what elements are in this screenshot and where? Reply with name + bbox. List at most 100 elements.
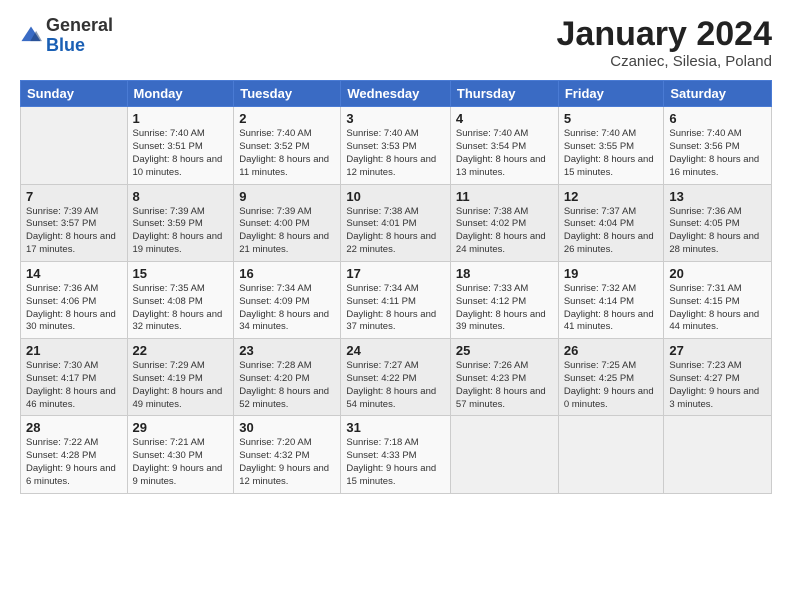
day-info: Sunrise: 7:21 AMSunset: 4:30 PMDaylight:… <box>133 437 229 488</box>
table-row: 20 Sunrise: 7:31 AMSunset: 4:15 PMDayligh… <box>664 261 772 338</box>
calendar-week-1: 1 Sunrise: 7:40 AMSunset: 3:51 PMDaylight… <box>21 107 772 184</box>
calendar: Sunday Monday Tuesday Wednesday Thursday… <box>20 80 772 493</box>
day-info: Sunrise: 7:22 AMSunset: 4:28 PMDaylight:… <box>26 437 122 488</box>
day-number: 7 <box>26 189 122 204</box>
day-info: Sunrise: 7:39 AMSunset: 3:59 PMDaylight:… <box>133 206 229 257</box>
day-number: 3 <box>346 111 445 126</box>
day-number: 25 <box>456 343 553 358</box>
day-info: Sunrise: 7:40 AMSunset: 3:53 PMDaylight:… <box>346 128 445 179</box>
day-info: Sunrise: 7:38 AMSunset: 4:01 PMDaylight:… <box>346 206 445 257</box>
header: General Blue January 2024 Czaniec, Siles… <box>20 16 772 70</box>
day-info: Sunrise: 7:40 AMSunset: 3:56 PMDaylight:… <box>669 128 766 179</box>
col-tuesday: Tuesday <box>234 81 341 107</box>
day-info: Sunrise: 7:40 AMSunset: 3:52 PMDaylight:… <box>239 128 335 179</box>
col-wednesday: Wednesday <box>341 81 451 107</box>
day-number: 13 <box>669 189 766 204</box>
day-number: 1 <box>133 111 229 126</box>
day-number: 16 <box>239 266 335 281</box>
day-info: Sunrise: 7:28 AMSunset: 4:20 PMDaylight:… <box>239 360 335 411</box>
table-row: 25 Sunrise: 7:26 AMSunset: 4:23 PMDayligh… <box>450 339 558 416</box>
table-row: 9 Sunrise: 7:39 AMSunset: 4:00 PMDaylight… <box>234 184 341 261</box>
table-row: 23Sunrise: 7:28 AMSunset: 4:20 PMDayligh… <box>234 339 341 416</box>
table-row: 16 Sunrise: 7:34 AMSunset: 4:09 PMDayligh… <box>234 261 341 338</box>
table-row: 21 Sunrise: 7:30 AMSunset: 4:17 PMDayligh… <box>21 339 128 416</box>
day-info: Sunrise: 7:29 AMSunset: 4:19 PMDaylight:… <box>133 360 229 411</box>
table-row: 18Sunrise: 7:33 AMSunset: 4:12 PMDayligh… <box>450 261 558 338</box>
day-number: 9 <box>239 189 335 204</box>
day-number: 19 <box>564 266 659 281</box>
day-info: Sunrise: 7:36 AMSunset: 4:06 PMDaylight:… <box>26 283 122 334</box>
day-number: 12 <box>564 189 659 204</box>
day-number: 24 <box>346 343 445 358</box>
day-number: 6 <box>669 111 766 126</box>
day-info: Sunrise: 7:40 AMSunset: 3:51 PMDaylight:… <box>133 128 229 179</box>
day-info: Sunrise: 7:39 AMSunset: 3:57 PMDaylight:… <box>26 206 122 257</box>
day-info: Sunrise: 7:31 AMSunset: 4:15 PMDaylight:… <box>669 283 766 334</box>
day-info: Sunrise: 7:23 AMSunset: 4:27 PMDaylight:… <box>669 360 766 411</box>
logo-blue: Blue <box>46 35 85 55</box>
day-info: Sunrise: 7:40 AMSunset: 3:55 PMDaylight:… <box>564 128 659 179</box>
logo-icon <box>20 25 42 47</box>
table-row: 28 Sunrise: 7:22 AMSunset: 4:28 PMDayligh… <box>21 416 128 493</box>
day-info: Sunrise: 7:26 AMSunset: 4:23 PMDaylight:… <box>456 360 553 411</box>
day-number: 31 <box>346 420 445 435</box>
day-number: 22 <box>133 343 229 358</box>
day-info: Sunrise: 7:18 AMSunset: 4:33 PMDaylight:… <box>346 437 445 488</box>
table-row: 29Sunrise: 7:21 AMSunset: 4:30 PMDayligh… <box>127 416 234 493</box>
day-number: 30 <box>239 420 335 435</box>
day-number: 2 <box>239 111 335 126</box>
calendar-week-5: 28 Sunrise: 7:22 AMSunset: 4:28 PMDayligh… <box>21 416 772 493</box>
day-info: Sunrise: 7:39 AMSunset: 4:00 PMDaylight:… <box>239 206 335 257</box>
day-number: 21 <box>26 343 122 358</box>
day-number: 17 <box>346 266 445 281</box>
day-number: 26 <box>564 343 659 358</box>
table-row: 30 Sunrise: 7:20 AMSunset: 4:32 PMDayligh… <box>234 416 341 493</box>
table-row <box>558 416 664 493</box>
day-info: Sunrise: 7:34 AMSunset: 4:09 PMDaylight:… <box>239 283 335 334</box>
table-row: 4 Sunrise: 7:40 AMSunset: 3:54 PMDaylight… <box>450 107 558 184</box>
table-row: 24 Sunrise: 7:27 AMSunset: 4:22 PMDayligh… <box>341 339 451 416</box>
table-row <box>450 416 558 493</box>
title-block: January 2024 Czaniec, Silesia, Poland <box>557 16 773 70</box>
table-row: 14Sunrise: 7:36 AMSunset: 4:06 PMDayligh… <box>21 261 128 338</box>
table-row: 15 Sunrise: 7:35 AMSunset: 4:08 PMDayligh… <box>127 261 234 338</box>
day-number: 11 <box>456 189 553 204</box>
day-info: Sunrise: 7:36 AMSunset: 4:05 PMDaylight:… <box>669 206 766 257</box>
day-info: Sunrise: 7:27 AMSunset: 4:22 PMDaylight:… <box>346 360 445 411</box>
table-row: 8 Sunrise: 7:39 AMSunset: 3:59 PMDaylight… <box>127 184 234 261</box>
table-row: 2 Sunrise: 7:40 AMSunset: 3:52 PMDaylight… <box>234 107 341 184</box>
day-number: 28 <box>26 420 122 435</box>
day-number: 27 <box>669 343 766 358</box>
month-title: January 2024 <box>557 16 773 53</box>
table-row: 10Sunrise: 7:38 AMSunset: 4:01 PMDayligh… <box>341 184 451 261</box>
day-info: Sunrise: 7:33 AMSunset: 4:12 PMDaylight:… <box>456 283 553 334</box>
day-info: Sunrise: 7:34 AMSunset: 4:11 PMDaylight:… <box>346 283 445 334</box>
day-info: Sunrise: 7:25 AMSunset: 4:25 PMDaylight:… <box>564 360 659 411</box>
logo-general: General <box>46 15 113 35</box>
day-number: 4 <box>456 111 553 126</box>
day-number: 20 <box>669 266 766 281</box>
day-info: Sunrise: 7:35 AMSunset: 4:08 PMDaylight:… <box>133 283 229 334</box>
table-row: 3 Sunrise: 7:40 AMSunset: 3:53 PMDaylight… <box>341 107 451 184</box>
day-number: 15 <box>133 266 229 281</box>
table-row: 6 Sunrise: 7:40 AMSunset: 3:56 PMDaylight… <box>664 107 772 184</box>
table-row: 17 Sunrise: 7:34 AMSunset: 4:11 PMDayligh… <box>341 261 451 338</box>
page: General Blue January 2024 Czaniec, Siles… <box>0 0 792 612</box>
col-saturday: Saturday <box>664 81 772 107</box>
table-row: 27 Sunrise: 7:23 AMSunset: 4:27 PMDayligh… <box>664 339 772 416</box>
day-info: Sunrise: 7:37 AMSunset: 4:04 PMDaylight:… <box>564 206 659 257</box>
calendar-week-4: 21 Sunrise: 7:30 AMSunset: 4:17 PMDayligh… <box>21 339 772 416</box>
calendar-week-2: 7 Sunrise: 7:39 AMSunset: 3:57 PMDaylight… <box>21 184 772 261</box>
location-subtitle: Czaniec, Silesia, Poland <box>557 53 773 70</box>
col-friday: Friday <box>558 81 664 107</box>
table-row: 5 Sunrise: 7:40 AMSunset: 3:55 PMDaylight… <box>558 107 664 184</box>
table-row: 31 Sunrise: 7:18 AMSunset: 4:33 PMDayligh… <box>341 416 451 493</box>
day-info: Sunrise: 7:20 AMSunset: 4:32 PMDaylight:… <box>239 437 335 488</box>
table-row: 11Sunrise: 7:38 AMSunset: 4:02 PMDayligh… <box>450 184 558 261</box>
table-row: 26 Sunrise: 7:25 AMSunset: 4:25 PMDayligh… <box>558 339 664 416</box>
day-number: 5 <box>564 111 659 126</box>
day-info: Sunrise: 7:30 AMSunset: 4:17 PMDaylight:… <box>26 360 122 411</box>
calendar-week-3: 14Sunrise: 7:36 AMSunset: 4:06 PMDayligh… <box>21 261 772 338</box>
day-info: Sunrise: 7:40 AMSunset: 3:54 PMDaylight:… <box>456 128 553 179</box>
day-number: 8 <box>133 189 229 204</box>
